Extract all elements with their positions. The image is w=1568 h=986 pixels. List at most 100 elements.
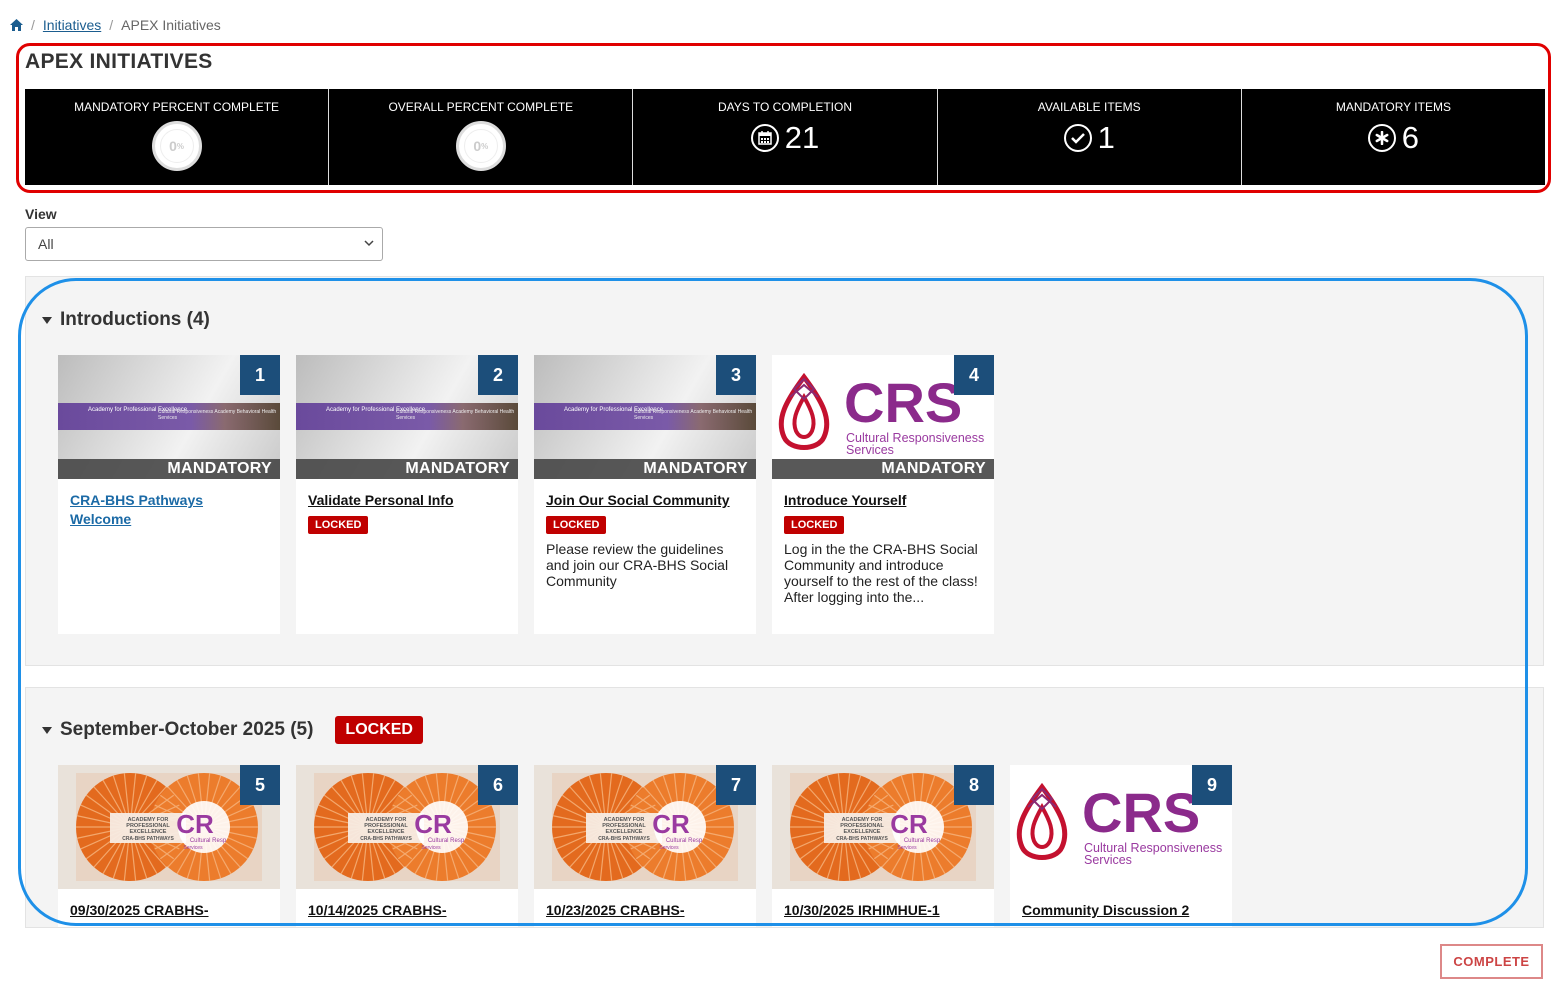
locked-badge: LOCKED	[308, 516, 369, 534]
mandatory-tag: MANDATORY	[58, 459, 280, 479]
logo-text: CRA-BHS PATHWAYS	[360, 836, 412, 842]
card-thumbnail: ACADEMY FOR PROFESSIONAL EXCELLENCE CRA-…	[534, 765, 756, 889]
stat-value: 21	[784, 120, 820, 155]
course-card[interactable]: Academy for Professional Excellence Cultu…	[296, 355, 518, 634]
logo-text: EXCELLENCE	[606, 829, 643, 835]
course-card[interactable]: Academy for Professional Excellence Cultu…	[534, 355, 756, 634]
section-introductions: Introductions (4) Academy for Profession…	[25, 276, 1544, 666]
breadcrumb: / Initiatives / APEX Initiatives	[10, 17, 221, 33]
card-thumbnail: ACADEMY FOR PROFESSIONAL EXCELLENCE CRA-…	[296, 765, 518, 889]
check-icon	[1063, 124, 1092, 152]
complete-button[interactable]: COMPLETE	[1440, 944, 1543, 979]
card-title-link[interactable]: 10/23/2025 CRABHS-	[546, 901, 744, 920]
logo-text: Cultural Resp	[904, 838, 941, 844]
stat-value: 6	[1401, 120, 1420, 155]
section-september-october: September-October 2025 (5) LOCKED ACADEM…	[25, 687, 1544, 928]
course-card[interactable]: ACADEMY FOR PROFESSIONAL EXCELLENCE CRA-…	[772, 765, 994, 927]
course-card[interactable]: Academy for Professional Excellence Cultu…	[58, 355, 280, 634]
card-thumbnail: Academy for Professional Excellence Cultu…	[534, 355, 756, 479]
stat-mandatory-items: MANDATORY ITEMS 6	[1242, 89, 1545, 185]
view-select-value: All	[38, 236, 54, 252]
logo-text: CRA-BHS PATHWAYS	[122, 836, 174, 842]
section-header[interactable]: Introductions (4)	[42, 309, 210, 331]
stat-unit: %	[481, 141, 489, 151]
home-icon[interactable]	[10, 19, 23, 31]
card-number-badge: 7	[716, 765, 756, 805]
banner-text: Cultural Responsiveness Academy Behavior…	[634, 409, 753, 421]
stat-value: 0	[169, 138, 177, 154]
stat-available-items: AVAILABLE ITEMS 1	[938, 89, 1242, 185]
card-number-badge: 8	[954, 765, 994, 805]
progress-ring: 0%	[151, 121, 202, 171]
stat-label: OVERALL PERCENT COMPLETE	[388, 100, 574, 114]
card-title-link[interactable]: Validate Personal Info	[308, 491, 506, 510]
course-card[interactable]: CRS Cultural Responsiveness Services 9 C…	[1010, 765, 1232, 927]
logo-text: Services	[1084, 853, 1132, 867]
banner-text: Cultural Responsiveness Academy Behavior…	[396, 409, 515, 421]
logo-text: Cultural Resp	[666, 838, 703, 844]
card-thumbnail: ACADEMY FOR PROFESSIONAL EXCELLENCE CRA-…	[772, 765, 994, 889]
course-card[interactable]: ACADEMY FOR PROFESSIONAL EXCELLENCE CRA-…	[534, 765, 756, 927]
section-header[interactable]: September-October 2025 (5) LOCKED	[42, 716, 423, 744]
card-number-badge: 4	[954, 355, 994, 395]
stat-value: 0	[473, 138, 482, 154]
card-thumbnail: CRS Cultural Responsiveness Services 9	[1010, 765, 1232, 889]
logo-text: EXCELLENCE	[130, 829, 167, 835]
logo-text: CR	[176, 809, 214, 839]
card-title-link[interactable]: Introduce Yourself	[784, 491, 982, 510]
stat-label: AVAILABLE ITEMS	[1037, 100, 1141, 114]
stat-mandatory-percent: MANDATORY PERCENT COMPLETE 0%	[25, 89, 330, 185]
card-title-link[interactable]: Community Discussion 2	[1022, 901, 1220, 920]
card-thumbnail: ACADEMY FOR PROFESSIONAL EXCELLENCE CRA-…	[58, 765, 280, 889]
apex-banner-image: Academy for Professional Excellence Cultu…	[296, 403, 518, 430]
progress-ring: 0%	[455, 121, 506, 171]
logo-text: CR	[414, 809, 452, 839]
card-number-badge: 1	[240, 355, 280, 395]
view-select[interactable]: All	[25, 227, 383, 261]
mandatory-tag: MANDATORY	[772, 459, 994, 479]
logo-text: Services	[897, 845, 917, 851]
caret-down-icon[interactable]	[42, 726, 52, 734]
card-title-link[interactable]: 09/30/2025 CRABHS-	[70, 901, 268, 920]
locked-badge: LOCKED	[784, 516, 845, 534]
card-number-badge: 6	[478, 765, 518, 805]
logo-text: Services	[846, 443, 894, 457]
stat-label: MANDATORY PERCENT COMPLETE	[74, 100, 280, 114]
breadcrumb-separator: /	[109, 17, 114, 33]
card-number-badge: 3	[716, 355, 756, 395]
logo-text: EXCELLENCE	[368, 829, 405, 835]
logo-text: Services	[659, 845, 679, 851]
logo-text: CR	[652, 809, 690, 839]
card-thumbnail: Academy for Professional Excellence Cultu…	[58, 355, 280, 479]
course-card[interactable]: ACADEMY FOR PROFESSIONAL EXCELLENCE CRA-…	[58, 765, 280, 927]
card-description: Please review the guidelines and join ou…	[546, 541, 729, 589]
stat-days-to-completion: DAYS TO COMPLETION 21	[633, 89, 938, 185]
caret-down-icon[interactable]	[42, 316, 52, 324]
breadcrumb-separator: /	[31, 17, 35, 33]
logo-text: CRS	[844, 371, 962, 434]
logo-text: CRA-BHS PATHWAYS	[836, 836, 888, 842]
stat-overall-percent: OVERALL PERCENT COMPLETE 0%	[329, 89, 634, 185]
course-card[interactable]: CRS Cultural Responsiveness Services 4 M…	[772, 355, 994, 634]
stat-value: 1	[1097, 120, 1115, 155]
card-title-link[interactable]: 10/14/2025 CRABHS-	[308, 901, 506, 920]
card-description: Log in the the CRA-BHS Social Community …	[784, 541, 978, 605]
locked-badge: LOCKED	[335, 716, 423, 744]
card-title-link[interactable]: Join Our Social Community	[546, 491, 744, 510]
stat-unit: %	[176, 141, 185, 151]
breadcrumb-initiatives-link[interactable]: Initiatives	[43, 17, 101, 33]
section-title: September-October 2025 (5)	[60, 719, 314, 740]
logo-text: Cultural Resp	[190, 838, 227, 844]
course-card[interactable]: ACADEMY FOR PROFESSIONAL EXCELLENCE CRA-…	[296, 765, 518, 927]
card-number-badge: 2	[478, 355, 518, 395]
logo-text: Services	[183, 845, 203, 851]
page-title: APEX INITIATIVES	[25, 50, 213, 73]
stat-label: MANDATORY ITEMS	[1335, 100, 1451, 114]
logo-text: EXCELLENCE	[844, 829, 881, 835]
card-number-badge: 5	[240, 765, 280, 805]
card-title-link[interactable]: CRA-BHS Pathways Welcome	[70, 491, 268, 529]
card-title-link[interactable]: 10/30/2025 IRHIMHUE-1	[784, 901, 982, 920]
card-thumbnail: Academy for Professional Excellence Cultu…	[296, 355, 518, 479]
stat-label: DAYS TO COMPLETION	[717, 100, 853, 114]
mandatory-tag: MANDATORY	[296, 459, 518, 479]
